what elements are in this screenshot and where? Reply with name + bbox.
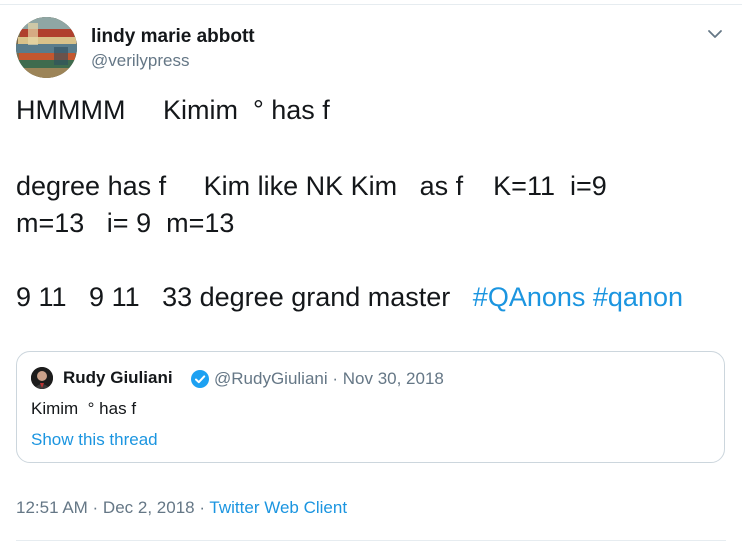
quoted-tweet-card[interactable]: Rudy Giuliani @RudyGiuliani · Nov 30, 20… (16, 351, 725, 463)
quoted-author-meta[interactable]: @RudyGiuliani · Nov 30, 2018 (214, 369, 444, 389)
tweet-text-line-4-text: 9 11 9 11 33 degree grand master (16, 282, 473, 312)
quoted-author-name[interactable]: Rudy Giuliani (63, 368, 173, 388)
quoted-author-avatar[interactable] (31, 367, 53, 389)
quoted-tweet-text: Kimim ° has f (31, 399, 137, 418)
author-name[interactable]: lindy marie abbott (91, 26, 255, 48)
hashtag-qanons[interactable]: #QAnons (473, 282, 586, 312)
hashtag-space (585, 282, 593, 312)
top-divider (0, 4, 742, 5)
tweet-text-line-4: 9 11 9 11 33 degree grand master #QAnons… (16, 279, 683, 315)
tweet-footer: 12:51 AM · Dec 2, 2018 · Twitter Web Cli… (16, 498, 347, 518)
author-avatar[interactable] (16, 17, 77, 78)
tweet-timestamp[interactable]: 12:51 AM · Dec 2, 2018 · (16, 498, 209, 517)
chevron-down-icon[interactable] (703, 24, 727, 44)
author-handle[interactable]: @verilypress (91, 51, 190, 71)
verified-badge-icon (190, 369, 210, 389)
tweet: lindy marie abbott @verilypress HMMMM Ki… (0, 0, 752, 546)
show-thread-link[interactable]: Show this thread (31, 430, 158, 450)
tweet-text-line-3: m=13 i= 9 m=13 (16, 208, 235, 238)
bottom-divider (16, 540, 726, 541)
client-link[interactable]: Twitter Web Client (209, 498, 347, 517)
hashtag-qanon[interactable]: #qanon (593, 282, 683, 312)
tweet-text-line-1: HMMMM Kimim ° has f (16, 95, 330, 125)
tweet-text-line-2: degree has f Kim like NK Kim as f K=11 i… (16, 171, 607, 201)
